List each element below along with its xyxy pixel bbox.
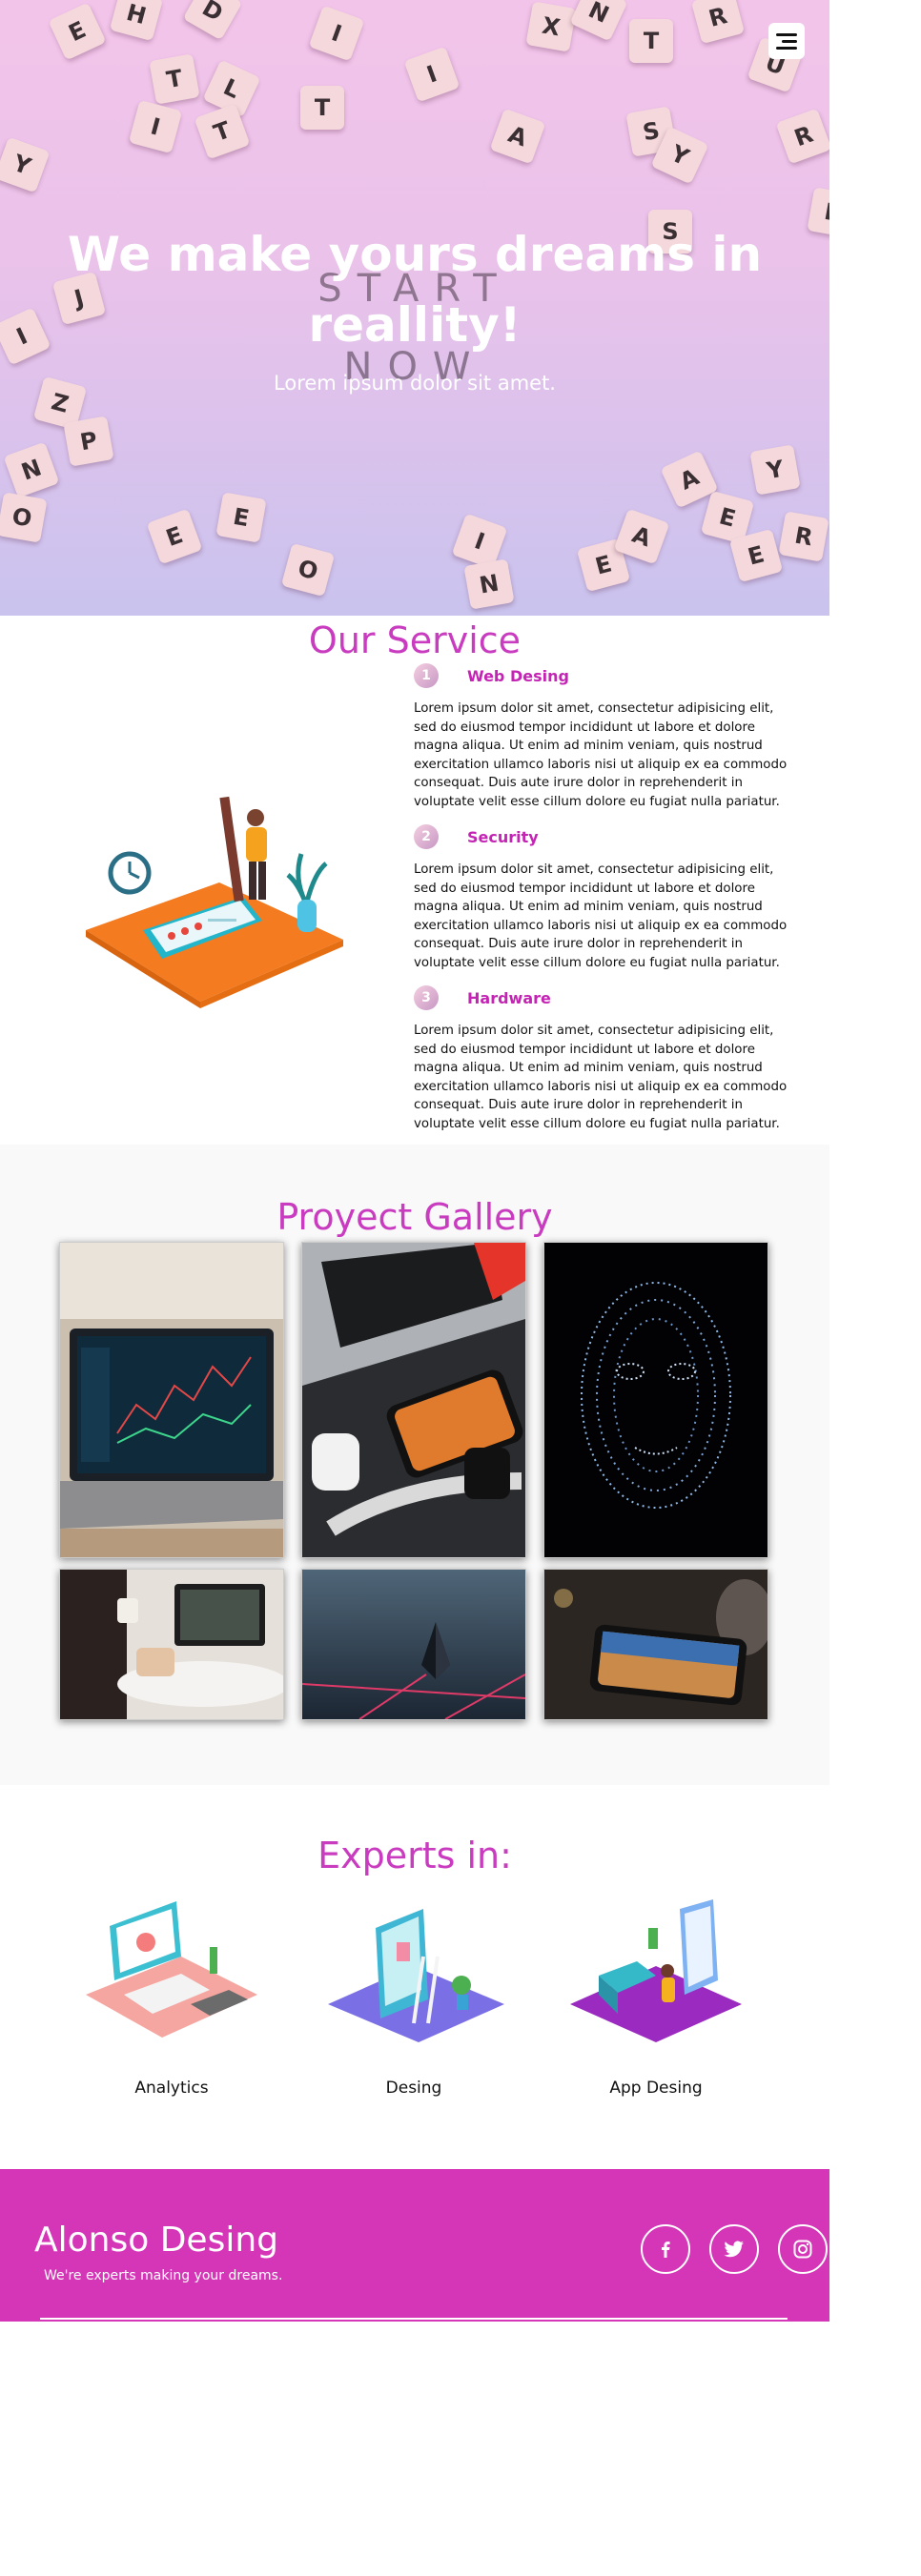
experts-section: Experts in: Analytics Desing App Desing: [0, 1785, 829, 2169]
expert-label-desing: Desing: [385, 2079, 442, 2098]
hamburger-icon-line: [782, 39, 797, 43]
experts-title: Experts in:: [317, 1835, 512, 1876]
scrabble-tile: T: [300, 86, 344, 130]
service-number-badge: 2: [414, 824, 439, 849]
expert-label-app-desing: App Desing: [609, 2079, 703, 2098]
hero-title-line-2: reallity!: [308, 297, 522, 353]
scrabble-tile: N: [3, 441, 60, 498]
menu-button[interactable]: [768, 23, 805, 59]
services-section: Our Service 1 Web Desing Lorem ipsum dol…: [0, 616, 829, 1145]
service-item-hardware: 3 Hardware Lorem ipsum dolor sit amet, c…: [414, 984, 795, 1133]
app-design-illustration-icon: [570, 1899, 742, 2042]
service-description: Lorem ipsum dolor sit amet, consectetur …: [414, 701, 788, 809]
service-item-web-desing: 1 Web Desing Lorem ipsum dolor sit amet,…: [414, 661, 795, 811]
hero-title-line-1: We make yours dreams in: [67, 227, 763, 282]
hamburger-icon: [776, 32, 797, 36]
hero-subtitle: Lorem ipsum dolor sit amet.: [274, 372, 556, 395]
gallery-title: Proyect Gallery: [276, 1196, 553, 1238]
scrabble-tile: Y: [0, 136, 51, 193]
scrabble-tile: O: [280, 542, 336, 598]
scrabble-tile: O: [0, 492, 48, 543]
service-number-badge: 3: [414, 985, 439, 1010]
scrabble-tile: D: [182, 0, 243, 41]
scrabble-tile: R: [690, 0, 746, 45]
gallery-image-person-laptop[interactable]: [59, 1569, 284, 1720]
service-description: Lorem ipsum dolor sit amet, consectetur …: [414, 1024, 788, 1131]
facebook-icon: [662, 2241, 670, 2258]
service-number-badge: 1: [414, 663, 439, 688]
expert-card-app-desing: [561, 1899, 751, 2056]
gallery-image-digital-face[interactable]: [543, 1242, 768, 1558]
service-item-security: 2 Security Lorem ipsum dolor sit amet, c…: [414, 822, 795, 972]
facebook-link[interactable]: [641, 2224, 690, 2274]
scrabble-tile: T: [149, 53, 200, 105]
hero-section: EHDIIXNTRUTLITTASYREYJIZNOPEEOINEAAEYRSE…: [0, 0, 829, 616]
scrabble-tile: N: [463, 558, 515, 610]
design-illustration-icon: [328, 1909, 504, 2042]
gallery-image-laptop-chart[interactable]: [59, 1242, 284, 1558]
scrabble-tile: I: [403, 46, 460, 103]
twitter-icon: [724, 2241, 744, 2258]
expert-label-analytics: Analytics: [134, 2079, 209, 2098]
scrabble-tile: E: [728, 528, 784, 583]
service-name: Hardware: [467, 988, 551, 1007]
scrabble-tile: N: [569, 0, 628, 42]
instagram-icon: [793, 2240, 812, 2259]
footer-divider: [40, 2318, 788, 2320]
gallery-image-ethereum[interactable]: [301, 1569, 526, 1720]
expert-card-desing: [318, 1899, 509, 2056]
twitter-link[interactable]: [709, 2224, 759, 2274]
service-name: Web Desing: [467, 666, 569, 685]
footer: Alonso Desing We're experts making your …: [0, 2169, 829, 2322]
service-name: Security: [467, 827, 539, 846]
instagram-link[interactable]: [778, 2224, 828, 2274]
services-illustration: [86, 796, 343, 1008]
page: EHDIIXNTRUTLITTASYREYJIZNOPEEOINEAAEYRSE…: [0, 0, 829, 2576]
gallery-image-phone-airpods[interactable]: [301, 1242, 526, 1558]
hero-title: We make yours dreams in reallity!: [0, 219, 829, 360]
scrabble-tile: R: [775, 108, 829, 165]
scrabble-tile: H: [109, 0, 164, 42]
footer-brand: Alonso Desing: [34, 2221, 278, 2260]
gallery-image-tablet[interactable]: [543, 1569, 768, 1720]
gallery-section: Proyect Gallery: [0, 1145, 829, 1785]
footer-tagline: We're experts making your dreams.: [44, 2268, 283, 2283]
scrabble-tile: E: [48, 2, 107, 61]
services-title: Our Service: [308, 619, 522, 661]
scrabble-tile: Y: [749, 444, 801, 496]
scrabble-tile: X: [525, 1, 577, 52]
analytics-illustration-icon: [86, 1901, 257, 2038]
scrabble-tile: P: [63, 416, 114, 467]
expert-card-analytics: [76, 1899, 267, 2056]
scrabble-tile: I: [308, 5, 365, 62]
scrabble-tile: A: [489, 108, 546, 165]
service-description: Lorem ipsum dolor sit amet, consectetur …: [414, 862, 788, 970]
scrabble-tile: R: [778, 511, 829, 562]
scrabble-tile: I: [128, 99, 183, 154]
scrabble-tile: E: [146, 508, 203, 565]
hamburger-icon-line: [776, 46, 797, 50]
scrabble-tile: E: [215, 492, 267, 543]
scrabble-tile: T: [629, 19, 673, 63]
